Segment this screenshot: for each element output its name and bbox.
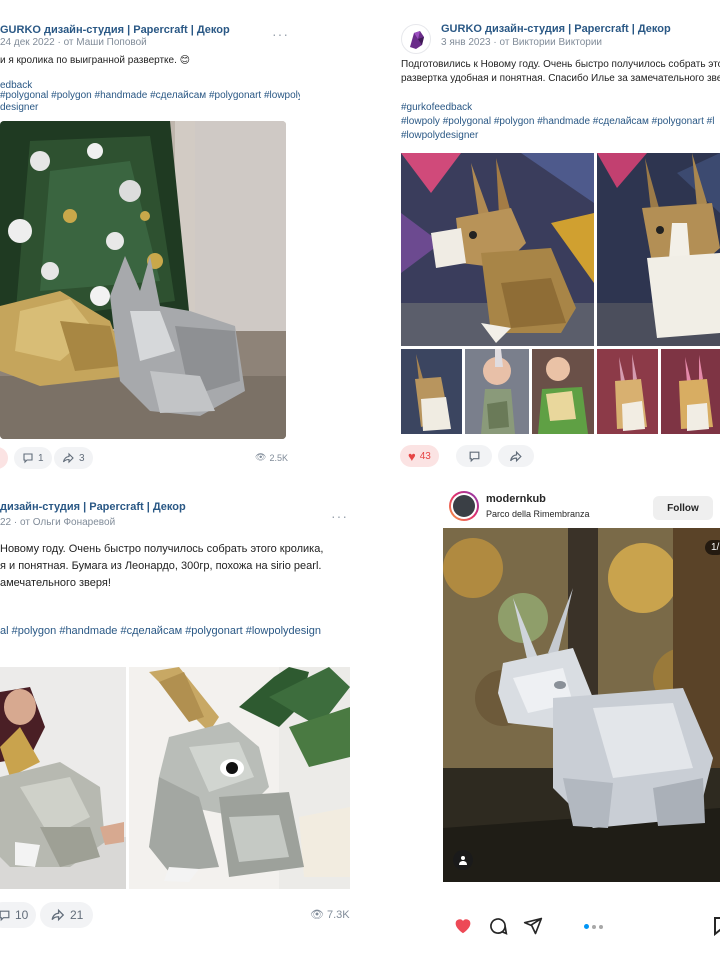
instagram-post: modernkub Parco della Rimembranza Follow [443,483,720,943]
post-tag-line[interactable]: #lowpolydesigner [401,129,478,143]
heart-icon: ♥ [0,452,1,464]
eye-icon: 👁 [310,909,324,921]
comment-button[interactable]: 1 [14,447,52,469]
comment-count: 10 [15,908,29,922]
user-tag-icon[interactable] [453,850,473,870]
views-counter: 👁 7.3K [310,908,350,922]
heart-icon: ♥ [408,448,416,464]
comment-icon [0,910,10,921]
post-tag-line[interactable]: designer [0,101,38,115]
post-photo-rabbit-white[interactable] [597,153,720,346]
post-tag-line[interactable]: #gurkofeedback [401,101,472,115]
share-button[interactable]: 21 [40,902,94,928]
views-count: 2.5K [269,452,288,463]
post-author-name[interactable]: · от Ольги Фонаревой [14,517,115,528]
post-date[interactable]: 22 [0,517,11,528]
more-options-icon[interactable]: ··· [272,26,289,42]
post-date[interactable]: 24 дек 2022 [0,37,55,48]
post-author-title[interactable]: GURKO дизайн-студия | Papercraft | Декор [0,24,230,36]
post-text: амечательного зверя! [0,577,111,589]
post-text: я и понятная. Бумага из Леонардо, 300гр,… [0,560,322,572]
post-photo-rabbit-brown[interactable] [401,153,594,346]
post-thumb-4[interactable] [597,349,658,434]
avatar[interactable] [449,491,479,521]
views-counter: 👁 2.5K [255,452,288,463]
post-author-name[interactable]: · от Маши Поповой [57,37,146,48]
instagram-username[interactable]: modernkub [486,493,546,505]
heart-icon[interactable] [453,916,473,934]
bookmark-icon[interactable] [713,916,720,936]
comment-icon[interactable] [488,916,508,936]
post-author-name[interactable]: · от Виктории Виктории [493,37,602,48]
follow-button[interactable]: Follow [653,496,713,520]
views-count: 7.3K [326,908,350,921]
post-thumb-1[interactable] [401,349,462,434]
send-icon[interactable] [523,916,543,936]
post-photo-christmas-tree[interactable] [0,121,286,439]
comment-button[interactable]: 10 [0,902,37,928]
post-photo-person-rabbit[interactable] [0,667,126,889]
comment-button[interactable] [456,445,492,467]
share-button[interactable]: 3 [54,447,93,469]
share-button[interactable] [498,445,534,467]
more-options-icon[interactable]: ··· [331,508,348,524]
instagram-location[interactable]: Parco della Rimembranza [486,509,590,519]
post-card-3: дизайн-студия | Papercraft | Декор 22 · … [0,490,360,940]
like-button[interactable]: ♥ 43 [400,445,439,467]
carousel-dots [584,924,603,929]
post-text: развертка удобная и понятная. Спасибо Ил… [401,73,720,84]
share-icon [510,450,522,462]
image-counter: 1/ [705,540,720,555]
share-count: 21 [70,908,84,922]
post-date-line: 3 янв 2023 · от Виктории Виктории [441,37,602,48]
comment-count: 1 [38,452,44,464]
post-thumb-3[interactable] [532,349,594,434]
post-tag-line[interactable]: al #polygon #handmade #сделайсам #polygo… [0,624,321,638]
share-icon [62,452,74,464]
post-date[interactable]: 3 янв 2023 [441,37,491,48]
post-thumb-2[interactable] [465,349,529,434]
post-text: и я кролика по выигранной развертке. 😊 [0,55,191,66]
eye-icon: 👁 [255,452,267,462]
post-tag-line[interactable]: #lowpoly #polygonal #polygon #handmade #… [401,115,714,129]
post-date-line: 24 дек 2022 · от Маши Поповой [0,37,147,48]
share-icon [51,908,65,922]
like-count: 43 [419,450,431,462]
community-avatar[interactable] [401,24,431,54]
post-author-title[interactable]: GURKO дизайн-студия | Papercraft | Декор [441,23,671,35]
comment-icon [469,451,479,462]
post-text: Подготовились к Новому году. Очень быстр… [401,59,720,70]
post-card-1: GURKO дизайн-студия | Papercraft | Декор… [0,15,300,475]
post-thumb-5[interactable] [661,349,720,434]
post-photo-silver-rabbit[interactable] [129,667,350,889]
post-card-2: GURKO дизайн-студия | Papercraft | Декор… [395,15,720,475]
instagram-photo-forest-rabbit[interactable]: 1/ [443,528,720,882]
like-button[interactable]: ♥ [0,447,8,469]
share-count: 3 [79,452,85,464]
post-tag-line[interactable]: #polygonal #polygon #handmade #сделайсам… [0,89,300,103]
post-text: Новому году. Очень быстро получилось соб… [0,543,324,555]
comment-icon [23,453,33,464]
post-date-line: 22 · от Ольги Фонаревой [0,517,115,528]
post-author-title[interactable]: дизайн-студия | Papercraft | Декор [0,501,186,513]
